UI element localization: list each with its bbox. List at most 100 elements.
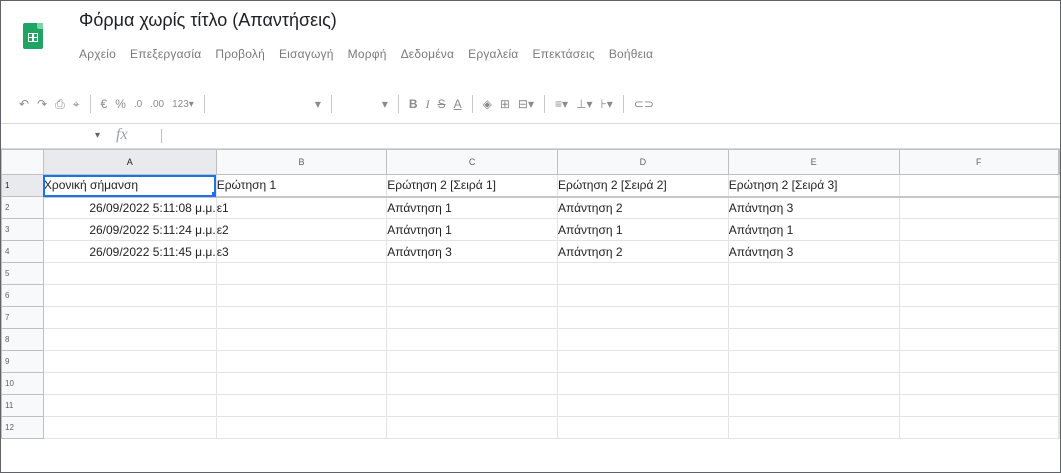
- cell-e3[interactable]: Απάντηση 1: [727, 218, 900, 241]
- cell-g1[interactable]: [1058, 174, 1060, 198]
- row-header-5[interactable]: 5: [1, 262, 44, 285]
- cell-a11[interactable]: [42, 394, 217, 417]
- row-header-12[interactable]: 12: [1, 416, 44, 439]
- cell-c3[interactable]: Απάντηση 1: [386, 218, 558, 241]
- cell-d4[interactable]: Απάντηση 2: [557, 240, 729, 263]
- menu-tools[interactable]: Εργαλεία: [468, 47, 518, 61]
- cell-e7[interactable]: [727, 306, 900, 329]
- cell-f3[interactable]: [898, 218, 1059, 241]
- sheets-logo-icon[interactable]: [23, 23, 43, 49]
- cell-b11[interactable]: [215, 394, 388, 417]
- cell-g12[interactable]: [1058, 416, 1060, 439]
- cell-a5[interactable]: [42, 262, 217, 285]
- cell-a7[interactable]: [42, 306, 217, 329]
- cell-c9[interactable]: [386, 350, 558, 373]
- cell-b1[interactable]: Ερώτηση 1: [215, 174, 388, 198]
- cell-b5[interactable]: [215, 262, 388, 285]
- cell-f9[interactable]: [898, 350, 1059, 373]
- cell-a4[interactable]: 26/09/2022 5:11:45 μ.μ.: [42, 240, 217, 263]
- cell-e1[interactable]: Ερώτηση 2 [Σειρά 3]: [727, 174, 900, 198]
- cell-d7[interactable]: [557, 306, 729, 329]
- cell-f1[interactable]: [898, 174, 1059, 198]
- cell-e10[interactable]: [727, 372, 900, 395]
- cell-f12[interactable]: [898, 416, 1059, 439]
- column-header-g[interactable]: [1058, 149, 1060, 175]
- cell-c8[interactable]: [386, 328, 558, 351]
- cell-c4[interactable]: Απάντηση 3: [386, 240, 558, 263]
- cell-a10[interactable]: [42, 372, 217, 395]
- cell-d6[interactable]: [557, 284, 729, 307]
- horizontal-align-icon[interactable]: ≡ ▾: [551, 93, 572, 115]
- cell-b9[interactable]: [215, 350, 388, 373]
- cell-b10[interactable]: [215, 372, 388, 395]
- column-header-e[interactable]: E: [727, 149, 900, 175]
- cell-a9[interactable]: [42, 350, 217, 373]
- fill-color-icon[interactable]: ◈: [479, 93, 496, 115]
- cell-a6[interactable]: [42, 284, 217, 307]
- cell-d9[interactable]: [557, 350, 729, 373]
- cell-g8[interactable]: [1058, 328, 1060, 351]
- cell-g10[interactable]: [1058, 372, 1060, 395]
- decrease-decimals-button[interactable]: .0: [130, 93, 146, 115]
- menu-extensions[interactable]: Επεκτάσεις: [532, 47, 594, 61]
- text-rotation-icon[interactable]: ⊦ ▾: [597, 93, 617, 115]
- column-header-d[interactable]: D: [557, 149, 729, 175]
- cell-d12[interactable]: [557, 416, 729, 439]
- cell-f11[interactable]: [898, 394, 1059, 417]
- name-box-dropdown[interactable]: ▾: [95, 130, 100, 141]
- italic-button[interactable]: I: [422, 93, 434, 115]
- font-family-dropdown[interactable]: ▾: [311, 93, 325, 115]
- column-header-a[interactable]: A: [42, 149, 217, 175]
- menu-data[interactable]: Δεδομένα: [401, 47, 455, 61]
- cell-b4[interactable]: ε3: [215, 240, 388, 263]
- currency-format-button[interactable]: €: [97, 93, 112, 115]
- row-header-7[interactable]: 7: [1, 306, 44, 329]
- cell-f10[interactable]: [898, 372, 1059, 395]
- column-header-f[interactable]: F: [898, 149, 1059, 175]
- bold-button[interactable]: B: [405, 93, 422, 115]
- cell-c2[interactable]: Απάντηση 1: [386, 196, 558, 219]
- cell-a12[interactable]: [42, 416, 217, 439]
- row-header-10[interactable]: 10: [1, 372, 44, 395]
- insert-link-icon[interactable]: ⊂⊃: [630, 93, 658, 115]
- menu-view[interactable]: Προβολή: [215, 47, 265, 61]
- select-all-corner[interactable]: [1, 149, 44, 175]
- menu-help[interactable]: Βοήθεια: [609, 47, 653, 61]
- cell-g9[interactable]: [1058, 350, 1060, 373]
- cell-d2[interactable]: Απάντηση 2: [557, 196, 729, 219]
- cell-e11[interactable]: [727, 394, 900, 417]
- cell-g3[interactable]: [1058, 218, 1060, 241]
- menu-format[interactable]: Μορφή: [348, 47, 387, 61]
- percent-format-button[interactable]: %: [111, 93, 130, 115]
- menu-insert[interactable]: Εισαγωγή: [279, 47, 334, 61]
- cell-g6[interactable]: [1058, 284, 1060, 307]
- undo-icon[interactable]: ↶: [15, 93, 33, 115]
- cell-e4[interactable]: Απάντηση 3: [727, 240, 900, 263]
- cell-g5[interactable]: [1058, 262, 1060, 285]
- print-icon[interactable]: ⎙: [51, 93, 69, 115]
- cell-e8[interactable]: [727, 328, 900, 351]
- cell-e9[interactable]: [727, 350, 900, 373]
- cell-g4[interactable]: [1058, 240, 1060, 263]
- cell-e12[interactable]: [727, 416, 900, 439]
- cell-e2[interactable]: Απάντηση 3: [727, 196, 900, 219]
- row-header-3[interactable]: 3: [1, 218, 44, 241]
- fill-handle[interactable]: [211, 191, 216, 195]
- cell-g2[interactable]: [1058, 196, 1060, 219]
- cell-d3[interactable]: Απάντηση 1: [557, 218, 729, 241]
- cell-f7[interactable]: [898, 306, 1059, 329]
- cell-g7[interactable]: [1058, 306, 1060, 329]
- cell-c11[interactable]: [386, 394, 558, 417]
- row-header-2[interactable]: 2: [1, 196, 44, 219]
- cell-a3[interactable]: 26/09/2022 5:11:24 μ.μ.: [42, 218, 217, 241]
- cell-c10[interactable]: [386, 372, 558, 395]
- merge-cells-icon[interactable]: ⊟ ▾: [514, 93, 538, 115]
- strikethrough-button[interactable]: S: [434, 93, 450, 115]
- cell-f2[interactable]: [898, 196, 1059, 219]
- vertical-align-icon[interactable]: ⊥ ▾: [572, 93, 596, 115]
- font-size-dropdown[interactable]: ▾: [378, 93, 392, 115]
- cell-c12[interactable]: [386, 416, 558, 439]
- cell-b2[interactable]: ε1: [215, 196, 388, 219]
- cell-g11[interactable]: [1058, 394, 1060, 417]
- cell-c5[interactable]: [386, 262, 558, 285]
